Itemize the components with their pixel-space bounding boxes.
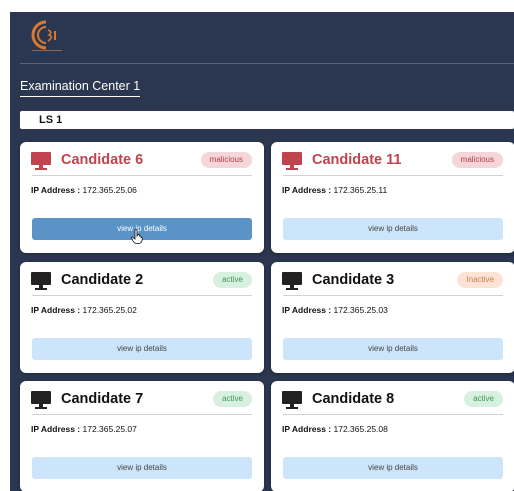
ip-address: IP Address : 172.365.25.08 [282,424,388,434]
card-divider [32,414,252,415]
card-divider [283,295,503,296]
ip-label: IP Address : [31,185,81,195]
monitor-icon [282,391,302,409]
page-title: Examination Center 1 [20,79,141,97]
status-badge: Inactive [457,272,503,288]
ip-value: 172.365.25.07 [82,424,137,434]
candidate-name: Candidate 6 [61,152,144,168]
ip-address: IP Address : 172.365.25.11 [282,185,387,195]
ip-label: IP Address : [31,424,81,434]
header-divider [20,63,514,64]
ip-address: IP Address : 172.365.25.06 [31,185,137,195]
ip-value: 172.365.25.11 [333,185,388,195]
candidate-name: Candidate 3 [312,272,395,288]
candidate-name: Candidate 2 [61,272,144,288]
card-divider [283,175,503,176]
monitor-icon [31,152,51,170]
ip-value: 172.365.25.02 [82,305,137,315]
ip-address: IP Address : 172.365.25.03 [282,305,388,315]
view-ip-details-button[interactable]: view ip details [283,457,503,479]
ip-value: 172.365.25.03 [333,305,388,315]
ip-value: 172.365.25.06 [82,185,137,195]
ip-address: IP Address : 172.365.25.07 [31,424,137,434]
status-badge: active [464,391,503,407]
status-badge: malicious [200,152,252,168]
ip-label: IP Address : [31,305,81,315]
view-ip-details-button[interactable]: view ip details [283,338,503,360]
view-ip-details-button[interactable]: view ip details [283,218,503,240]
card-divider [32,175,252,176]
view-ip-details-button[interactable]: view ip details [32,457,252,479]
section-bar: LS 1 [20,111,514,129]
view-ip-details-button[interactable]: view ip details [32,338,252,360]
view-ip-details-button[interactable]: view ip details [32,218,252,240]
monitor-icon [282,152,302,170]
candidate-card: Candidate 2 active IP Address : 172.365.… [20,262,264,373]
candidate-name: Candidate 7 [61,391,144,407]
ip-label: IP Address : [282,305,332,315]
section-label: LS 1 [39,114,63,126]
c3i-logo [31,20,62,51]
ip-value: 172.365.25.08 [333,424,388,434]
status-badge: active [213,391,252,407]
monitor-icon [282,272,302,290]
candidate-card: Candidate 11 malicious IP Address : 172.… [271,142,514,253]
app-window: Examination Center 1 LS 1 Candidate 6 ma… [10,12,514,491]
candidate-card: Candidate 6 malicious IP Address : 172.3… [20,142,264,253]
candidate-name: Candidate 11 [312,152,402,168]
card-divider [32,295,252,296]
card-divider [283,414,503,415]
status-badge: active [213,272,252,288]
ip-label: IP Address : [282,424,332,434]
ip-label: IP Address : [282,185,332,195]
candidate-card: Candidate 3 Inactive IP Address : 172.36… [271,262,514,373]
monitor-icon [31,272,51,290]
status-badge: malicious [451,152,503,168]
candidate-name: Candidate 8 [312,391,395,407]
ip-address: IP Address : 172.365.25.02 [31,305,137,315]
monitor-icon [31,391,51,409]
candidate-card: Candidate 7 active IP Address : 172.365.… [20,381,264,491]
candidate-card: Candidate 8 active IP Address : 172.365.… [271,381,514,491]
